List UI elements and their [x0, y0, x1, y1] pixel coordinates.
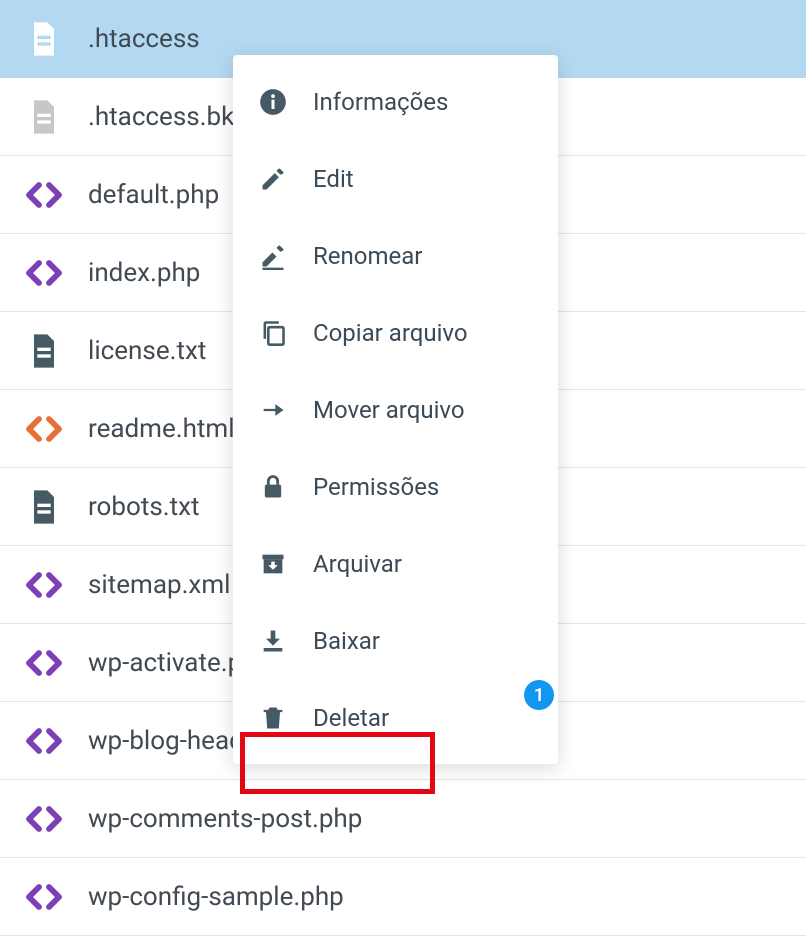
menu-label: Renomear [313, 242, 422, 270]
edit-icon [257, 163, 289, 195]
file-name: robots.txt [88, 492, 200, 522]
menu-label: Deletar [313, 704, 389, 732]
doc-white-icon [24, 19, 64, 59]
doc-slategray-icon [24, 331, 64, 371]
menu-label: Permissões [313, 473, 439, 501]
file-name: sitemap.xml [88, 570, 230, 600]
archive-icon [257, 548, 289, 580]
code-purple-icon [24, 253, 64, 293]
file-name: wp-config-sample.php [88, 882, 344, 912]
doc-gray-icon [24, 97, 64, 137]
file-name: .htaccess [88, 24, 200, 54]
download-icon [257, 625, 289, 657]
menu-label: Mover arquivo [313, 396, 465, 424]
menu-item-lock[interactable]: Permissões [233, 448, 558, 525]
move-icon [257, 394, 289, 426]
menu-item-info[interactable]: Informações [233, 63, 558, 140]
code-purple-icon [24, 643, 64, 683]
menu-label: Copiar arquivo [313, 319, 468, 347]
menu-item-copy[interactable]: Copiar arquivo [233, 294, 558, 371]
file-name: license.txt [88, 336, 206, 366]
code-purple-icon [24, 175, 64, 215]
file-name: wp-comments-post.php [88, 804, 362, 834]
delete-icon [257, 702, 289, 734]
copy-icon [257, 317, 289, 349]
menu-label: Edit [313, 165, 354, 193]
file-name: index.php [88, 258, 200, 288]
menu-label: Arquivar [313, 550, 402, 578]
code-orange-icon [24, 409, 64, 449]
badge-value: 1 [534, 685, 544, 706]
rename-icon [257, 240, 289, 272]
menu-item-move[interactable]: Mover arquivo [233, 371, 558, 448]
file-name: default.php [88, 180, 219, 210]
menu-item-download[interactable]: Baixar [233, 602, 558, 679]
file-row[interactable]: wp-comments-post.php [0, 780, 806, 858]
code-purple-icon [24, 565, 64, 605]
menu-label: Informações [313, 88, 448, 116]
file-name: readme.html [88, 414, 235, 444]
menu-item-rename[interactable]: Renomear [233, 217, 558, 294]
code-purple-icon [24, 799, 64, 839]
annotation-badge: 1 [524, 680, 554, 710]
menu-label: Baixar [313, 627, 380, 655]
menu-item-edit[interactable]: Edit [233, 140, 558, 217]
info-icon [257, 86, 289, 118]
file-row[interactable]: wp-config-sample.php [0, 858, 806, 936]
menu-item-archive[interactable]: Arquivar [233, 525, 558, 602]
context-menu: Informações Edit Renomear Copiar arquivo Mov… [233, 55, 558, 764]
file-name: .htaccess.bk [88, 102, 234, 132]
code-purple-icon [24, 721, 64, 761]
doc-slategray-icon [24, 487, 64, 527]
lock-icon [257, 471, 289, 503]
menu-item-delete[interactable]: Deletar [233, 679, 558, 756]
code-purple-icon [24, 877, 64, 917]
